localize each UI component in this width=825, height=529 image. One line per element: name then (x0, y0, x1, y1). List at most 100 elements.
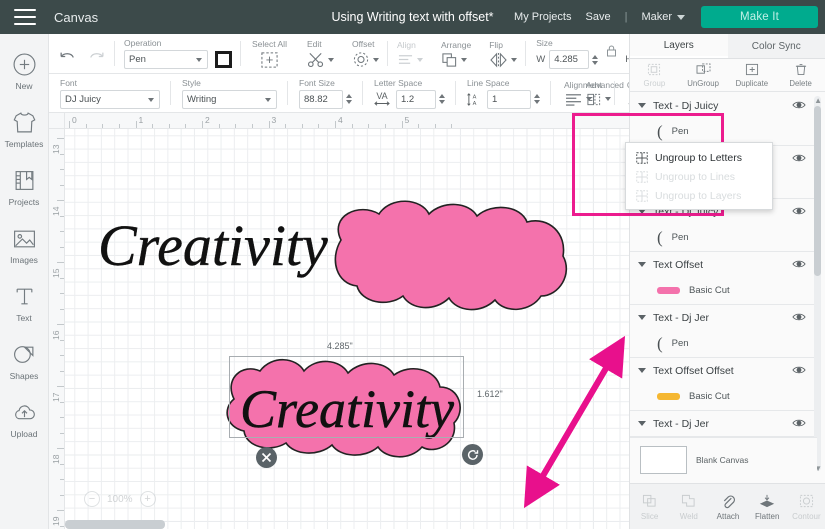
layer-child[interactable]: (Pen (630, 224, 817, 251)
ruler-subtick (60, 308, 64, 310)
tab-color-sync[interactable]: Color Sync (728, 34, 825, 58)
font-size-input[interactable]: 88.82 (299, 89, 343, 109)
scroll-up-icon[interactable]: ▲ (814, 96, 822, 105)
book-icon (11, 168, 37, 194)
flip-group[interactable]: Flip (480, 34, 527, 73)
ungroup-button[interactable]: UnGroup (679, 59, 728, 91)
width-input[interactable]: 4.285 (549, 50, 590, 69)
font-select[interactable]: DJ Juicy (60, 89, 160, 109)
flip-icon[interactable] (489, 52, 508, 68)
layer-group[interactable]: Text Offset Offset Basic Cut (630, 358, 817, 411)
sidebar-item-shapes[interactable]: Shapes (0, 332, 49, 390)
blank-canvas-label: Blank Canvas (696, 455, 749, 465)
letter-space-input[interactable]: 1.2 (396, 89, 436, 109)
advanced-dropdown-menu[interactable]: Ungroup to Letters Ungroup to Lines Ungrou… (625, 142, 773, 210)
chevron-down-icon[interactable] (327, 57, 334, 62)
sidebar-item-upload[interactable]: Upload (0, 390, 49, 448)
eye-icon[interactable] (792, 362, 806, 380)
ruler-subtick (60, 277, 64, 279)
menu-item-ungroup-to-letters[interactable]: Ungroup to Letters (626, 148, 772, 167)
operation-color-swatch[interactable] (215, 51, 232, 68)
line-space-stepper[interactable] (534, 94, 540, 104)
arrange-icon[interactable] (441, 52, 458, 68)
chevron-down-icon[interactable] (677, 14, 685, 20)
make-it-button[interactable]: Make It (701, 6, 818, 28)
ruler-number: 2 (205, 115, 210, 125)
offset-icon[interactable] (352, 51, 370, 68)
delete-button[interactable]: Delete (776, 59, 825, 91)
redo-icon[interactable] (88, 50, 106, 64)
chevron-down-icon[interactable] (605, 97, 611, 101)
layer-child[interactable]: (Pen (630, 330, 817, 357)
layer-group[interactable]: Text - Dj Jer (630, 411, 817, 437)
hamburger-icon[interactable] (14, 9, 36, 25)
delete-handle[interactable] (256, 447, 277, 468)
layers-scrollbar-thumb[interactable] (814, 106, 821, 276)
eye-icon[interactable] (792, 97, 806, 115)
layer-child[interactable]: (Pen (630, 118, 817, 145)
eye-icon[interactable] (792, 203, 806, 221)
edit-group[interactable]: Edit (298, 34, 343, 73)
width-stepper[interactable] (592, 54, 599, 65)
chevron-down-icon[interactable] (460, 57, 467, 62)
eye-icon[interactable] (792, 256, 806, 274)
flatten-icon (759, 493, 775, 510)
eye-icon[interactable] (792, 415, 806, 433)
chevron-down-icon[interactable] (638, 315, 646, 320)
layer-header[interactable]: Text Offset Offset (630, 358, 817, 383)
line-space-input[interactable]: 1 (487, 89, 531, 109)
sidebar-item-text[interactable]: Text (0, 274, 49, 332)
layer-group[interactable]: Text - Dj Jer (Pen (630, 305, 817, 358)
tab-layers[interactable]: Layers (630, 34, 728, 58)
offset-group[interactable]: Offset (343, 34, 388, 73)
layer-child[interactable]: Basic Cut (630, 383, 817, 410)
advanced-group[interactable]: Advanced (576, 74, 634, 112)
blank-canvas-row[interactable]: Blank Canvas (630, 437, 817, 482)
chevron-down-icon[interactable] (511, 57, 518, 62)
layer-header[interactable]: Text Offset (630, 252, 817, 277)
layer-header[interactable]: Text - Dj Jer (630, 305, 817, 330)
save-button[interactable]: Save (586, 11, 611, 23)
layer-child[interactable]: Basic Cut (630, 277, 817, 304)
chevron-down-icon[interactable] (638, 368, 646, 373)
advanced-label: Advanced (586, 79, 624, 90)
chevron-down-icon[interactable] (638, 262, 646, 267)
canvas-label[interactable]: Canvas (54, 10, 98, 25)
font-size-stepper[interactable] (346, 94, 352, 104)
edit-scissors-icon[interactable] (307, 51, 325, 68)
attach-button[interactable]: Attach (708, 493, 747, 521)
sidebar-item-projects[interactable]: Projects (0, 158, 49, 216)
flatten-button[interactable]: Flatten (748, 493, 787, 521)
canvas-text-creativity[interactable]: Creativity (94, 203, 344, 293)
sidebar-item-images[interactable]: Images (0, 216, 49, 274)
arrange-group[interactable]: Arrange (432, 34, 480, 73)
my-projects-link[interactable]: My Projects (514, 11, 571, 23)
operation-select[interactable]: Pen (124, 50, 208, 69)
select-all-icon[interactable]: + (260, 51, 279, 69)
lock-icon[interactable] (606, 44, 617, 62)
horizontal-scrollbar[interactable] (65, 520, 165, 529)
zoom-control[interactable]: − 100% + (84, 491, 156, 507)
layer-group[interactable]: Text - Dj Juicy (Pen (630, 93, 817, 146)
chevron-down-icon[interactable] (638, 103, 646, 108)
eye-icon[interactable] (792, 309, 806, 327)
letter-space-stepper[interactable] (439, 94, 445, 104)
layer-header[interactable]: Text - Dj Juicy (630, 93, 817, 118)
zoom-in-button[interactable]: + (139, 491, 156, 507)
sidebar-item-new[interactable]: New (0, 42, 49, 100)
zoom-out-button[interactable]: − (84, 491, 100, 507)
advanced-icon[interactable] (586, 92, 602, 107)
style-select[interactable]: Writing (182, 89, 277, 109)
select-all-group[interactable]: Select All + (241, 34, 298, 73)
duplicate-button[interactable]: Duplicate (728, 59, 777, 91)
slice-icon (642, 493, 657, 510)
layer-group[interactable]: Text Offset Basic Cut (630, 252, 817, 305)
sidebar-item-templates[interactable]: Templates (0, 100, 49, 158)
machine-selector-label[interactable]: Maker (641, 11, 672, 23)
eye-icon[interactable] (792, 150, 806, 168)
design-canvas[interactable]: Creativity 4.285" 1.612" Creativity − 10… (49, 113, 629, 529)
layer-header[interactable]: Text - Dj Jer (630, 411, 817, 436)
chevron-down-icon[interactable] (638, 421, 646, 426)
undo-icon[interactable] (58, 50, 76, 64)
chevron-down-icon[interactable] (372, 57, 379, 62)
